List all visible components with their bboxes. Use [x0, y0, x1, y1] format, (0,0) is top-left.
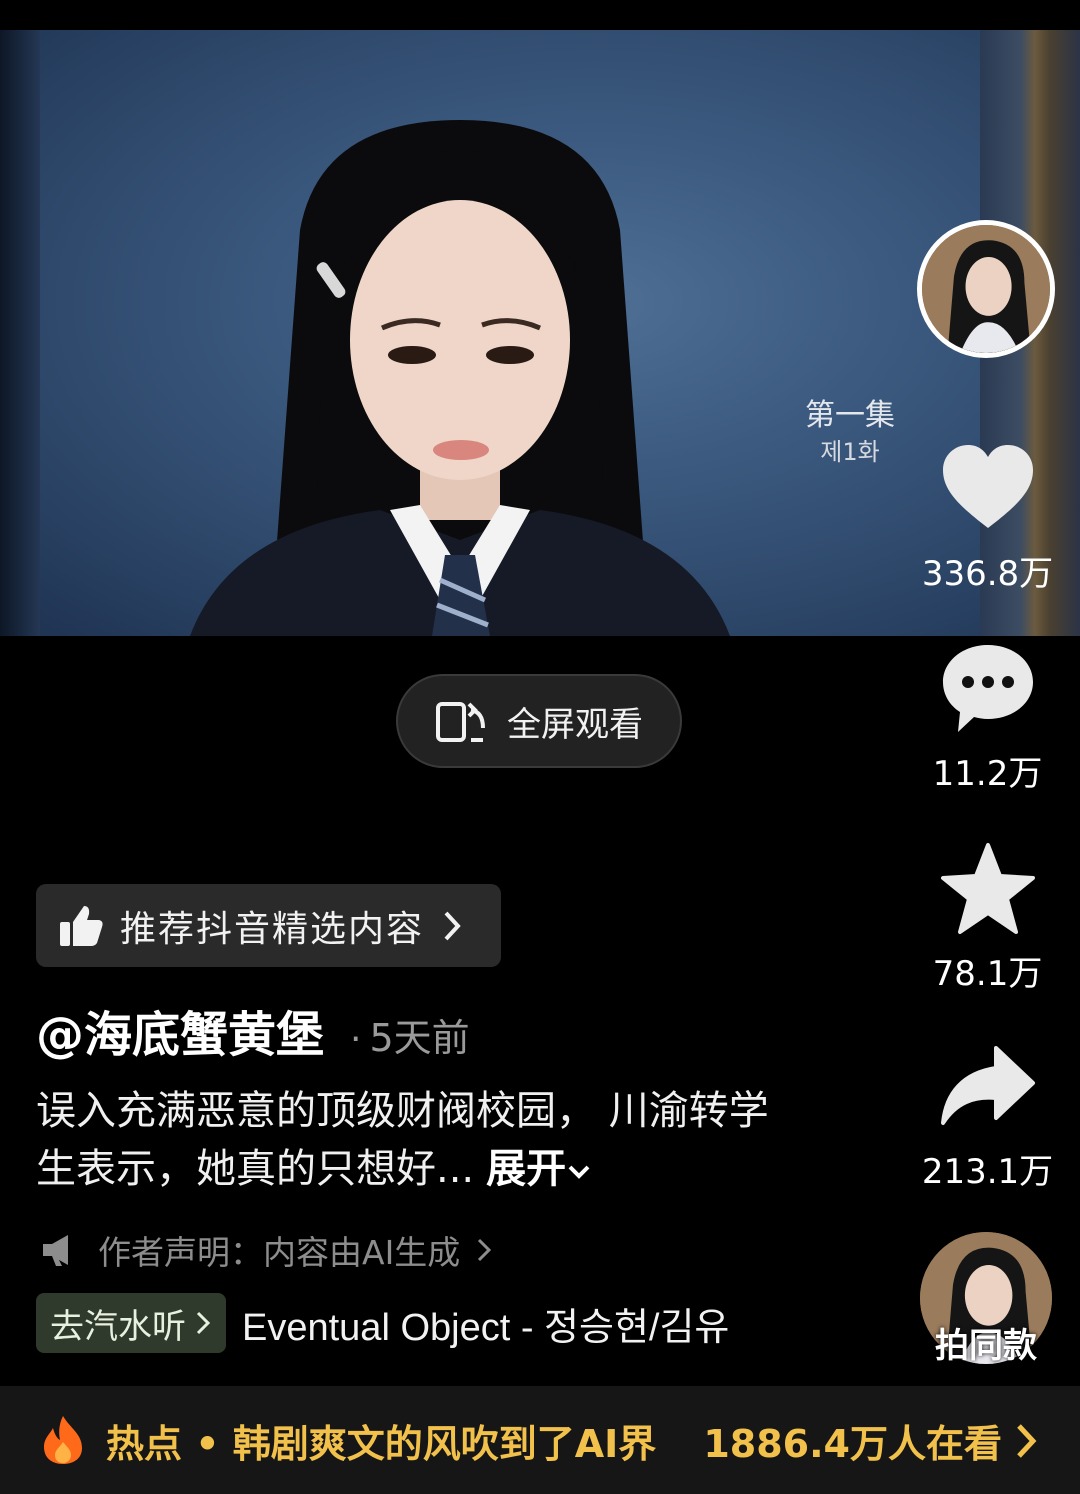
megaphone-icon [43, 1235, 68, 1266]
episode-subtitle: 제1화 [820, 438, 880, 466]
video-player[interactable] [0, 30, 1080, 636]
background-wall-edge [0, 30, 40, 636]
song-title[interactable]: Eventual Object - 정승현/김유 [242, 1296, 729, 1351]
chevron-right-icon [478, 1238, 492, 1262]
heart-icon [942, 445, 1033, 528]
post-time: 5天前 [369, 1016, 470, 1060]
hot-topic-bar[interactable]: 热点 • 韩剧爽文的风吹到了AI界 1886.4万人在看 [0, 1386, 1080, 1494]
avatar-image [922, 225, 1050, 353]
hot-topic-text: 热点 • 韩剧爽文的风吹到了AI界 [106, 1421, 657, 1466]
creator-avatar[interactable] [917, 220, 1055, 358]
star-icon [940, 843, 1035, 934]
fire-icon [44, 1416, 82, 1464]
like-count: 336.8万 [921, 554, 1054, 594]
post-description[interactable]: 误入充满恶意的顶级财阀校园， 川渝转学生表示，她真的只想好... 展开 [36, 1082, 796, 1198]
description-text: 误入充满恶意的顶级财阀校园， 川渝转学生表示，她真的只想好... [36, 1088, 769, 1192]
favorite-count: 78.1万 [932, 954, 1043, 994]
watching-count: 1886.4万人在看 [703, 1421, 1002, 1466]
listen-on-soda-button[interactable]: 去汽水听 [36, 1293, 226, 1353]
chevron-right-icon [1017, 1424, 1037, 1458]
separator-dot: · [350, 1019, 362, 1060]
author-line: @海底蟹黄堡 · 5天前 [36, 995, 470, 1065]
chevron-right-icon [196, 1311, 211, 1335]
episode-title: 第一集 [805, 398, 895, 433]
fullscreen-label: 全屏观看 [507, 704, 643, 745]
rotate-screen-icon [436, 702, 485, 742]
share-arrow-icon [940, 1046, 1035, 1125]
author-statement[interactable]: 作者声明：内容由AI生成 [40, 1226, 494, 1274]
comment-action[interactable]: 11.2万 [920, 640, 1055, 795]
statement-text: 作者声明：内容由AI生成 [98, 1233, 461, 1272]
comment-icon [942, 645, 1033, 732]
author-name[interactable]: @海底蟹黄堡 [36, 995, 324, 1065]
like-action[interactable]: 336.8万 [920, 440, 1055, 595]
chevron-down-icon [568, 1165, 590, 1179]
favorite-action[interactable]: 78.1万 [920, 840, 1055, 995]
comment-count: 11.2万 [932, 754, 1043, 794]
expand-button[interactable]: 展开 [486, 1146, 566, 1192]
shoot-same-button[interactable]: 拍同款 [905, 1318, 1067, 1367]
fullscreen-button[interactable]: 全屏观看 [396, 674, 682, 768]
share-action[interactable]: 213.1万 [920, 1038, 1055, 1193]
thumbs-up-icon [60, 905, 103, 946]
chevron-right-icon [444, 911, 461, 940]
recommend-label: 推荐抖音精选内容 [120, 908, 425, 950]
recommend-chip[interactable]: 推荐抖音精选内容 [36, 884, 501, 967]
soda-label: 去汽水听 [50, 1306, 186, 1347]
share-count: 213.1万 [921, 1152, 1054, 1192]
music-line: 去汽水听 Eventual Object - 정승현/김유 [36, 1293, 729, 1353]
video-frame-portrait [190, 120, 730, 636]
